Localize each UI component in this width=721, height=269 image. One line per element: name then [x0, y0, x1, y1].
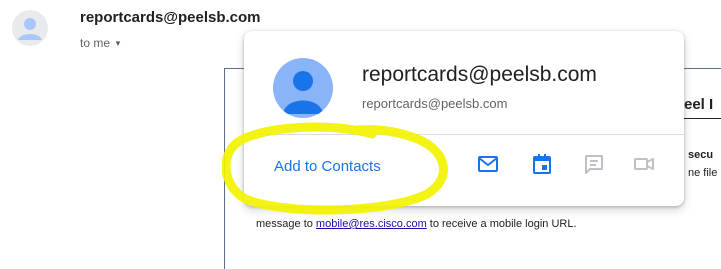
schedule-event-button[interactable] — [528, 150, 556, 178]
add-to-contacts-button[interactable]: Add to Contacts — [274, 158, 381, 175]
email-text-fragment: ne file — [688, 167, 718, 179]
send-email-button[interactable] — [474, 150, 502, 178]
recipient-label: to me — [80, 36, 111, 50]
sender-avatar[interactable] — [12, 10, 48, 46]
video-icon — [634, 158, 654, 170]
message-prefix: message to — [256, 218, 316, 230]
message-suffix: to receive a mobile login URL. — [426, 218, 577, 230]
contact-hover-card: reportcards@peelsb.com reportcards@peels… — [244, 31, 684, 206]
contact-name: reportcards@peelsb.com — [362, 63, 597, 86]
mail-icon — [478, 156, 498, 172]
recipient-details-toggle[interactable]: to me ▼ — [80, 36, 122, 50]
card-divider — [244, 134, 684, 135]
email-heading-underline — [684, 118, 721, 119]
person-icon — [18, 18, 42, 40]
calendar-icon — [533, 154, 551, 174]
email-heading-fragment: eel I — [684, 96, 714, 113]
contact-avatar — [273, 58, 333, 118]
contact-email: reportcards@peelsb.com — [362, 96, 508, 111]
video-call-button[interactable] — [630, 150, 658, 178]
person-icon — [283, 71, 323, 114]
sender-email[interactable]: reportcards@peelsb.com — [80, 9, 261, 26]
email-message-line: message to mobile@res.cisco.com to recei… — [256, 218, 577, 230]
caret-down-icon: ▼ — [114, 38, 122, 48]
chat-icon — [585, 155, 603, 174]
mobile-login-link[interactable]: mobile@res.cisco.com — [316, 218, 427, 230]
email-text-fragment: secu — [688, 149, 714, 161]
chat-button[interactable] — [580, 150, 608, 178]
